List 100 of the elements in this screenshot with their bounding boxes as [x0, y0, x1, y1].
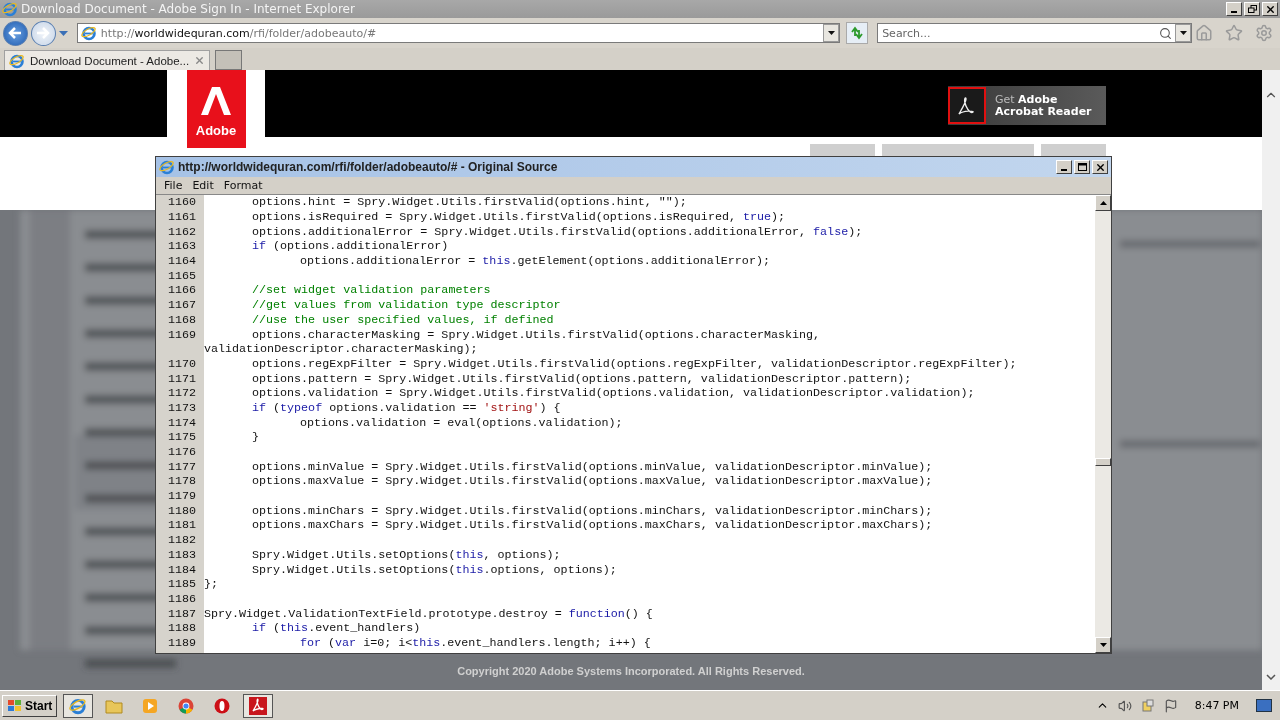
line-number: 1171	[166, 371, 196, 386]
browser-tab[interactable]: Download Document - Adobe...	[4, 50, 211, 70]
show-desktop-icon[interactable]	[1256, 699, 1272, 712]
line-number: 1173	[166, 400, 196, 415]
line-number: 1172	[166, 386, 196, 401]
ie-logo-icon	[69, 696, 88, 715]
code-line: validationDescriptor.characterMasking);	[204, 342, 478, 357]
code-line: options.minChars = Spry.Widget.Utils.firstValid(options.minChars, validationDescriptor.minChars);	[251, 503, 933, 518]
code-line: //set widget validation parameters	[251, 283, 491, 298]
menu-item[interactable]: Edit	[188, 179, 218, 192]
code-line: options.pattern = Spry.Widget.Utils.firstValid(options.pattern, validationDescriptor.pattern);	[251, 371, 912, 386]
ie-logo-icon	[2, 1, 18, 17]
ie-logo-icon	[159, 159, 175, 175]
back-button[interactable]	[3, 20, 28, 46]
logo-text: Adobe	[195, 123, 237, 138]
close-icon[interactable]	[194, 55, 206, 66]
refresh-icon	[850, 26, 865, 40]
line-number: 1161	[166, 210, 196, 225]
caret-icon	[1179, 31, 1187, 35]
page-scrollbar[interactable]	[1262, 70, 1280, 690]
search-dropdown[interactable]	[1175, 24, 1191, 42]
taskbar-app-button[interactable]	[243, 693, 274, 718]
code-line: Spry.Widget.ValidationTextField.prototype.destroy = function() {	[204, 606, 653, 621]
start-button[interactable]: Start	[2, 694, 58, 717]
code-line: Spry.Widget.Utils.setOptions(this.options, options);	[251, 562, 617, 577]
line-number: 1179	[166, 489, 196, 504]
line-number: 1185	[166, 577, 196, 592]
line-number: 1176	[166, 445, 196, 460]
maximize-button[interactable]	[1074, 160, 1090, 174]
minimize-button[interactable]	[1056, 160, 1072, 174]
code-line: options.maxChars = Spry.Widget.Utils.firstValid(options.maxChars, validationDescriptor.maxChars);	[251, 518, 933, 533]
search-field[interactable]: Search...	[877, 23, 1192, 43]
address-dropdown[interactable]	[823, 24, 840, 42]
line-number: 1177	[166, 459, 196, 474]
line-number: 1181	[166, 518, 196, 533]
back-arrow-icon	[8, 27, 23, 39]
restore-button[interactable]	[1244, 2, 1260, 16]
line-number: 1188	[166, 621, 196, 636]
clock[interactable]: 8:47 PM	[1194, 699, 1239, 712]
line-number: 1167	[166, 298, 196, 313]
new-tab-button[interactable]	[215, 50, 243, 70]
line-number: 1178	[166, 474, 196, 489]
speaker-icon[interactable]	[1117, 698, 1132, 713]
menu-item[interactable]: Format	[219, 179, 267, 192]
line-number: 1163	[166, 239, 196, 254]
code-line: options.minValue = Spry.Widget.Utils.firstValid(options.minValue, validationDescriptor.minValue);	[251, 459, 933, 474]
line-number: 1165	[166, 268, 196, 283]
code-line: };	[204, 577, 219, 592]
get-reader-button[interactable]: Get Adobe Acrobat Reader	[948, 86, 1106, 125]
scroll-thumb[interactable]	[1095, 458, 1111, 466]
address-field[interactable]: http://worldwidequran.com/rfi/folder/adobeauto/#	[76, 23, 841, 43]
code-line: //get values from validation type descriptor	[251, 298, 561, 313]
play-icon	[142, 697, 159, 714]
code-line: options.regExpFilter = Spry.Widget.Utils.firstValid(options.regExpFilter, validationDescriptor.regExpFilter);	[251, 356, 1017, 371]
up-arrow-icon	[1099, 201, 1107, 205]
code-line: options.maxValue = Spry.Widget.Utils.firstValid(options.maxValue, validationDescriptor.maxValue);	[251, 474, 933, 489]
scroll-down-icon[interactable]	[1266, 674, 1276, 680]
line-number: 1162	[166, 224, 196, 239]
scroll-up-button[interactable]	[1095, 195, 1111, 211]
close-button[interactable]	[1092, 160, 1108, 174]
line-number: 1175	[166, 430, 196, 445]
code-line: //use the user specified values, if defined	[251, 312, 554, 327]
code-line: options.isRequired = Spry.Widget.Utils.firstValid(options.isRequired, true);	[251, 210, 786, 225]
code-line: }	[251, 430, 259, 445]
history-dropdown[interactable]	[58, 30, 68, 36]
forward-button[interactable]	[30, 20, 56, 46]
search-icon[interactable]	[1159, 26, 1172, 40]
line-number: 1169	[166, 327, 196, 342]
line-number: 1174	[166, 415, 196, 430]
code-line: options.characterMasking = Spry.Widget.Utils.firstValid(options.characterMasking,	[251, 327, 821, 342]
code-line: if (options.additionalError)	[251, 239, 449, 254]
line-number: 1184	[166, 562, 196, 577]
line-number: 1183	[166, 547, 196, 562]
caret-icon	[827, 31, 835, 35]
line-number: 1180	[166, 503, 196, 518]
code-line: for (var i=0; i<this.event_handlers.length; i++) {	[299, 635, 651, 650]
code-line: options.additionalError = this.getElement(options.additionalError);	[299, 254, 770, 269]
code-line: if (typeof options.validation == 'string') {	[251, 400, 561, 415]
scroll-down-button[interactable]	[1095, 637, 1111, 653]
window-title: Download Document - Adobe Sign In - Internet Explorer	[21, 2, 356, 16]
windows-logo-icon	[7, 698, 23, 713]
refresh-button[interactable]	[846, 22, 869, 44]
code-scrollbar[interactable]	[1095, 195, 1111, 653]
close-icon	[1094, 161, 1106, 173]
minimize-button[interactable]	[1226, 2, 1242, 16]
ie-logo-icon	[80, 25, 97, 41]
close-icon	[1264, 3, 1276, 15]
line-number: 1186	[166, 591, 196, 606]
network-icon[interactable]	[1140, 698, 1155, 713]
ie-logo-icon	[9, 52, 25, 69]
line-number: 1182	[166, 533, 196, 548]
down-arrow-icon	[1099, 643, 1107, 647]
taskbar-app-button[interactable]	[63, 693, 94, 718]
close-button[interactable]	[1262, 2, 1278, 16]
menu-item[interactable]: File	[160, 179, 187, 192]
line-number: 1189	[166, 635, 196, 650]
acrobat-icon	[249, 696, 268, 715]
chrome-icon	[178, 697, 195, 714]
line-number: 1168	[166, 312, 196, 327]
flag-icon[interactable]	[1163, 698, 1178, 713]
